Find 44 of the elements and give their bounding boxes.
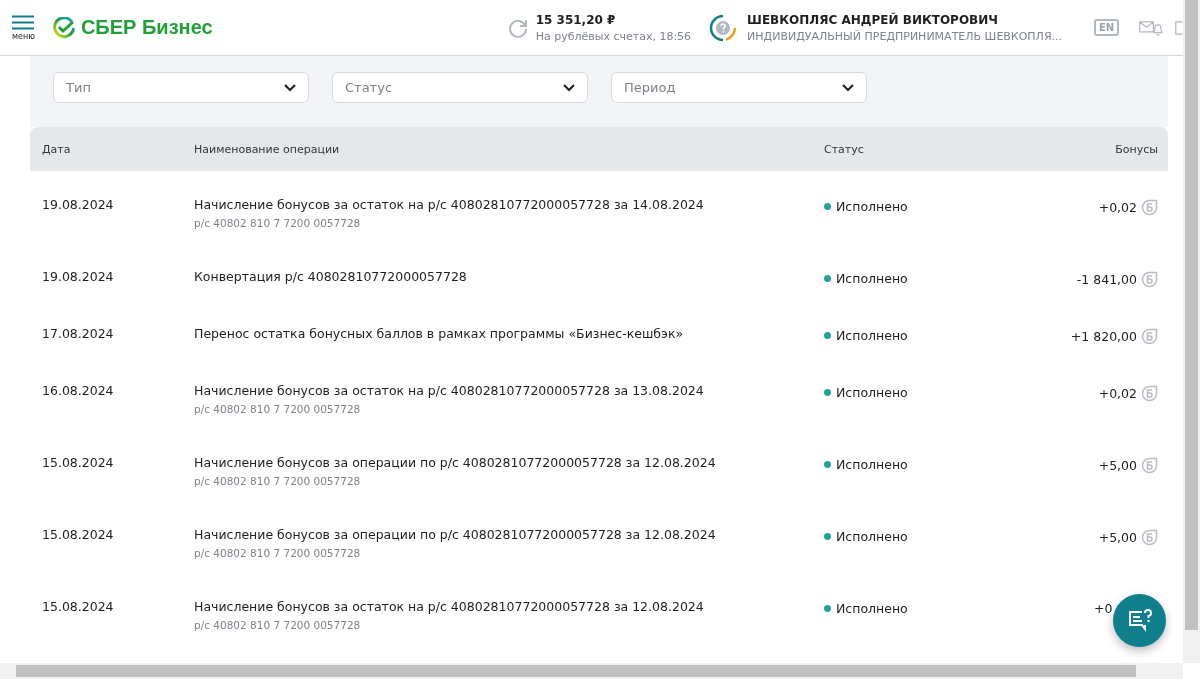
bonus-amount: -1 841,00 xyxy=(1076,272,1137,287)
account-number: р/с 40802 810 7 7200 0057728 xyxy=(194,217,362,229)
status-text: Исполнено xyxy=(836,328,908,343)
bonus-amount: +5,00 xyxy=(1098,530,1137,545)
status-text: Исполнено xyxy=(836,529,908,544)
filter-dropdown[interactable]: Тип xyxy=(53,72,309,103)
account-number: р/с 40802 810 7 7200 0057728 xyxy=(194,475,362,487)
bonus-amount: +0 xyxy=(1094,601,1113,616)
date-cell-text: 15.08.2024 xyxy=(42,527,115,542)
date-cell-text: 19.08.2024 xyxy=(42,269,115,284)
operation-name: Начисление бонусов за остаток на р/с 40802810772000057728 за 12.08.2024 xyxy=(194,599,705,614)
balance-note: На рублёвых счетах, 18:56 xyxy=(535,29,692,43)
filter-dropdown[interactable]: Статус xyxy=(332,72,588,103)
bonus-amount: +0,02 xyxy=(1098,200,1137,215)
operation-name: Начисление бонусов за остаток на р/с 40802810772000057728 за 14.08.2024 xyxy=(194,197,705,212)
bonus-amount: +5,00 xyxy=(1098,458,1137,473)
user-organization: ИНДИВИДУАЛЬНЫЙ ПРЕДПРИНИМАТЕЛЬ ШЕВКОПЛЯ... xyxy=(747,29,1063,43)
date-cell-text: 17.08.2024 xyxy=(42,326,115,341)
date-cell-text: 16.08.2024 xyxy=(42,383,115,398)
date-cell-text: 15.08.2024 xyxy=(42,599,115,614)
account-number: р/с 40802 810 7 7200 0057728 xyxy=(194,619,362,631)
language-button[interactable]: EN xyxy=(1094,19,1120,36)
operation-name: Конвертация р/с 40802810772000057728 xyxy=(194,269,468,284)
balance-amount: 15 351,20 ₽ xyxy=(535,12,617,27)
operation-name: Начисление бонусов за операции по р/с 40802810772000057728 за 12.08.2024 xyxy=(194,455,717,470)
bonus-amount: +1 820,00 xyxy=(1070,329,1137,344)
status-text: Исполнено xyxy=(836,199,908,214)
bonus-amount: +0,02 xyxy=(1098,386,1137,401)
filter-dropdown[interactable]: Период xyxy=(611,72,867,103)
status-text: Исполнено xyxy=(836,385,908,400)
user-name: ШЕВКОПЛЯС АНДРЕЙ ВИКТОРОВИЧ xyxy=(747,12,999,27)
status-text: Исполнено xyxy=(836,601,908,616)
account-number: р/с 40802 810 7 7200 0057728 xyxy=(194,403,362,415)
logo-text: СБЕР Бизнес xyxy=(80,16,213,39)
table-header: Дата Наименование операции Статус Бонусы xyxy=(30,127,1168,171)
date-cell-text: 19.08.2024 xyxy=(42,197,115,212)
menu-button[interactable]: меню xyxy=(12,14,35,41)
status-text: Исполнено xyxy=(836,457,908,472)
operation-name: Начисление бонусов за операции по р/с 40802810772000057728 за 12.08.2024 xyxy=(194,527,717,542)
operation-name: Начисление бонусов за остаток на р/с 40802810772000057728 за 13.08.2024 xyxy=(194,383,705,398)
status-text: Исполнено xyxy=(836,271,908,286)
operation-name: Перенос остатка бонусных баллов в рамках программы «Бизнес-кешбэк» xyxy=(194,326,685,341)
date-cell-text: 15.08.2024 xyxy=(42,455,115,470)
account-number: р/с 40802 810 7 7200 0057728 xyxy=(194,547,362,559)
